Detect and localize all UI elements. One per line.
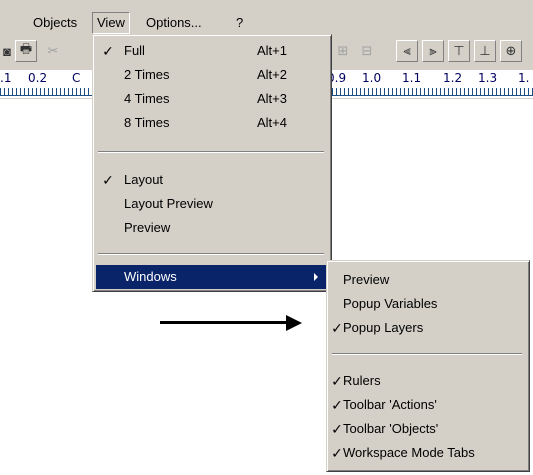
menu-bar: Objects View Options... ? xyxy=(0,0,533,34)
menu-item-label: Windows xyxy=(124,269,177,284)
check-icon: ✓ xyxy=(102,43,114,59)
menu-item-layout[interactable]: ✓ Layout xyxy=(96,168,328,192)
check-icon: ✓ xyxy=(331,320,343,336)
view-menu: ✓ Full Alt+1 2 Times Alt+2 4 Times Alt+3… xyxy=(92,34,332,292)
menu-item-rulers[interactable]: ✓ Rulers xyxy=(330,369,526,393)
align-top-button[interactable]: ⊤ xyxy=(448,40,470,62)
menu-options[interactable]: Options... xyxy=(142,13,206,33)
cut-button[interactable]: ✂ xyxy=(42,40,64,62)
menu-objects[interactable]: Objects xyxy=(29,13,81,33)
menu-view[interactable]: View xyxy=(92,12,130,34)
ruler-label: 1.1 xyxy=(402,71,422,85)
ruler-label: 1.0 xyxy=(362,71,382,85)
annotation-arrow-icon xyxy=(286,315,302,331)
menu-item-label: Popup Variables xyxy=(343,296,438,311)
ruler-label: 0.2 xyxy=(28,71,48,85)
align-bottom-icon: ⊥ xyxy=(479,43,491,58)
print-button[interactable]: 🖶 xyxy=(15,40,37,62)
menu-item-label: 8 Times xyxy=(124,115,170,130)
align-top-icon: ⊤ xyxy=(453,43,465,58)
menu-item-label: Layout Preview xyxy=(124,196,213,211)
ruler-label: .1 xyxy=(0,71,12,85)
format-button-2[interactable]: ⊟ xyxy=(356,40,378,62)
align-left-button[interactable]: ⫷ xyxy=(396,40,418,62)
align-bottom-button[interactable]: ⊥ xyxy=(474,40,496,62)
menu-item-workspace-mode-tabs[interactable]: ✓ Workspace Mode Tabs xyxy=(330,441,526,465)
menu-item-label: Workspace Mode Tabs xyxy=(343,445,475,460)
check-icon: ✓ xyxy=(331,373,343,389)
menu-item-label: Layout xyxy=(124,172,164,187)
menu-item-label: Popup Layers xyxy=(343,320,424,335)
menu-item-layout-preview[interactable]: Layout Preview xyxy=(96,192,328,216)
menu-item-zoom-full[interactable]: ✓ Full Alt+1 xyxy=(96,39,328,63)
menu-item-toolbar-objects[interactable]: ✓ Toolbar 'Objects' xyxy=(330,417,526,441)
align-left-icon: ⫷ xyxy=(403,43,411,58)
printer-icon: 🖶 xyxy=(19,41,33,56)
ruler-label: 1. xyxy=(518,71,530,85)
menu-item-popup-variables[interactable]: Popup Variables xyxy=(330,292,526,316)
menu-help[interactable]: ? xyxy=(232,13,247,33)
check-icon: ✓ xyxy=(331,397,343,413)
format-icon: ⊞ xyxy=(337,43,349,58)
menu-item-shortcut: Alt+1 xyxy=(257,43,287,58)
align-center-icon: ⊕ xyxy=(505,43,517,58)
menu-item-preview[interactable]: Preview xyxy=(96,216,328,240)
menu-item-window-preview[interactable]: Preview xyxy=(330,268,526,292)
align-right-button[interactable]: ⫸ xyxy=(422,40,444,62)
format-button[interactable]: ⊞ xyxy=(332,40,354,62)
menu-item-shortcut: Alt+2 xyxy=(257,67,287,82)
object-icon: ◙ xyxy=(3,43,11,59)
ruler-label: 1.2 xyxy=(443,71,463,85)
menu-separator xyxy=(332,353,522,355)
align-right-icon: ⫸ xyxy=(429,43,437,58)
annotation-arrow-shaft xyxy=(160,321,288,324)
align-center-button[interactable]: ⊕ xyxy=(500,40,522,62)
menu-item-label: Toolbar 'Actions' xyxy=(343,397,437,412)
ruler-label: 1.3 xyxy=(478,71,498,85)
menu-item-toolbar-actions[interactable]: ✓ Toolbar 'Actions' xyxy=(330,393,526,417)
menu-item-shortcut: Alt+3 xyxy=(257,91,287,106)
windows-submenu: Preview Popup Variables ✓ Popup Layers ✓… xyxy=(326,260,530,472)
menu-item-label: Full xyxy=(124,43,145,58)
menu-item-zoom-4x[interactable]: 4 Times Alt+3 xyxy=(96,87,328,111)
app-window: Objects View Options... ? ◙ 🖶 ✂ ⊞ ⊟ ⫷ ⫸ … xyxy=(0,0,533,475)
menu-item-zoom-2x[interactable]: 2 Times Alt+2 xyxy=(96,63,328,87)
menu-item-label: 2 Times xyxy=(124,67,170,82)
menu-item-label: 4 Times xyxy=(124,91,170,106)
toolbar-button-partial[interactable]: ◙ xyxy=(0,40,14,62)
check-icon: ✓ xyxy=(331,421,343,437)
scissors-icon: ✂ xyxy=(47,43,59,58)
menu-item-popup-layers[interactable]: ✓ Popup Layers xyxy=(330,316,526,340)
submenu-arrow-icon xyxy=(314,273,318,281)
menu-item-label: Preview xyxy=(343,272,390,287)
menu-item-label: Preview xyxy=(124,220,171,235)
menu-item-shortcut: Alt+4 xyxy=(257,115,287,130)
check-icon: ✓ xyxy=(331,445,343,461)
ruler-label: C xyxy=(72,71,81,85)
menu-separator xyxy=(98,151,324,153)
menu-item-zoom-8x[interactable]: 8 Times Alt+4 xyxy=(96,111,328,135)
menu-item-windows[interactable]: Windows xyxy=(96,265,328,289)
check-icon: ✓ xyxy=(102,172,114,188)
menu-item-label: Rulers xyxy=(343,373,381,388)
format-icon: ⊟ xyxy=(361,43,373,58)
menu-item-label: Toolbar 'Objects' xyxy=(343,421,439,436)
menu-separator xyxy=(98,253,324,255)
